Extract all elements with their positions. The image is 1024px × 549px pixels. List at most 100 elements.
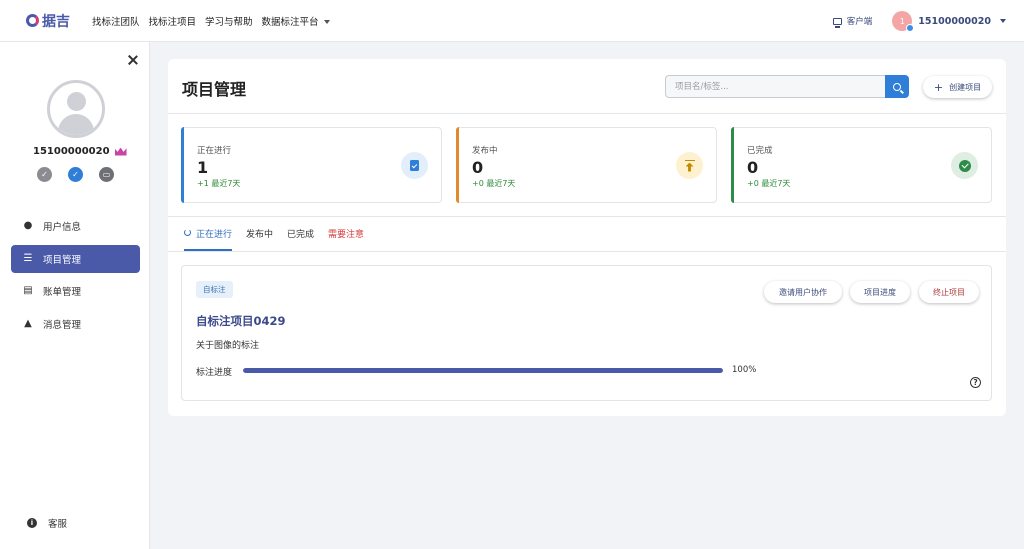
top-nav: 据吉 找标注团队 找标注项目 学习与帮助 数据标注平台 客户端 1 151000… [0, 0, 1024, 42]
divider [168, 216, 1006, 217]
stat-delta: +1 最近7天 [197, 179, 241, 188]
info-icon: i [27, 518, 37, 528]
tab-label: 需要注意 [328, 230, 365, 240]
page-title: 项目管理 [182, 80, 247, 99]
nav-link-platform-label: 数据标注平台 [261, 16, 319, 28]
sidebar-item-message-management[interactable]: ▲ 消息管理 [11, 310, 140, 338]
stat-card-completed[interactable]: 已完成 0 +0 最近7天 [731, 127, 992, 203]
plus-icon: + [933, 80, 944, 94]
progress-percent: 100% [732, 365, 757, 375]
create-project-button[interactable]: + 创建项目 [923, 76, 992, 98]
avatar-body-shape [58, 114, 94, 135]
list-icon: ☰ [23, 252, 33, 264]
status-dot [906, 24, 915, 32]
nav-right: 客户端 1 15100000020 [832, 0, 1006, 42]
stat-card-publishing[interactable]: 发布中 0 +0 最近7天 [456, 127, 717, 203]
card-badge-icon[interactable]: ▭ [99, 167, 114, 182]
user-menu[interactable]: 15100000020 [918, 16, 1006, 27]
nav-link-find-team[interactable]: 找标注团队 [92, 14, 140, 28]
profile-name: 15100000020 [33, 146, 127, 157]
client-link-label: 客户端 [846, 17, 873, 27]
nav-links: 找标注团队 找标注项目 学习与帮助 数据标注平台 [92, 14, 339, 28]
project-description: 关于图像的标注 [196, 341, 260, 351]
stat-delta: +0 最近7天 [472, 179, 516, 188]
client-link[interactable]: 客户端 [832, 15, 873, 28]
check-circle-icon [951, 152, 978, 179]
logo-text: 据吉 [42, 13, 70, 30]
sidebar-item-label: 项目管理 [43, 254, 82, 266]
progress-label: 标注进度 [196, 368, 233, 378]
close-icon[interactable] [127, 54, 139, 66]
project-name[interactable]: 自标注项目0429 [196, 313, 286, 329]
chevron-down-icon [323, 20, 330, 24]
bell-icon: ▲ [24, 317, 32, 329]
sidebar-item-label: 消息管理 [43, 319, 82, 331]
project-tag: 自标注 [196, 281, 233, 298]
crown-icon [114, 147, 127, 156]
progress-fill [243, 368, 723, 373]
user-icon: ● [23, 220, 33, 231]
stat-label: 发布中 [472, 146, 498, 156]
sidebar-item-label: 账单管理 [43, 287, 82, 298]
search-input[interactable] [665, 75, 885, 98]
sidebar-item-bill-management[interactable]: ▤ 账单管理 [11, 277, 140, 305]
nav-link-learn-help[interactable]: 学习与帮助 [205, 14, 253, 28]
sidebar: 15100000020 ✓ ✓ ▭ ● 用户信息 ☰ 项目管理 ▤ 账单管理 ▲… [0, 42, 150, 549]
monitor-icon [832, 17, 842, 28]
terminate-project-button[interactable]: 终止项目 [919, 281, 979, 303]
customer-service-label: 客服 [48, 519, 68, 530]
avatar-head-shape [67, 92, 86, 111]
stat-card-in-progress[interactable]: 正在进行 1 +1 最近7天 [181, 127, 442, 203]
user-avatar[interactable]: 1 [892, 11, 915, 32]
search-icon [893, 82, 901, 91]
project-progress-button[interactable]: 项目进度 [850, 281, 910, 303]
stat-accent-bar [456, 127, 459, 203]
divider [168, 113, 1006, 114]
refresh-icon [184, 229, 191, 236]
stat-delta: +0 最近7天 [747, 179, 791, 188]
tab-publishing[interactable]: 发布中 [246, 227, 273, 251]
project-tabs: 正在进行 发布中 已完成 需要注意 [184, 227, 378, 251]
tab-label: 发布中 [246, 230, 274, 240]
main-panel: 项目管理 + 创建项目 正在进行 1 +1 最近7天 发布中 0 +0 最近7天… [168, 59, 1006, 416]
bill-icon: ▤ [23, 285, 33, 296]
sidebar-item-user-info[interactable]: ● 用户信息 [11, 212, 140, 240]
document-check-icon [401, 152, 428, 179]
divider [168, 251, 1006, 252]
nav-link-platform-dropdown[interactable]: 数据标注平台 [262, 14, 330, 28]
sidebar-item-project-management[interactable]: ☰ 项目管理 [11, 244, 140, 273]
sidebar-menu: ● 用户信息 ☰ 项目管理 ▤ 账单管理 ▲ 消息管理 [11, 212, 140, 342]
help-icon[interactable]: ? [970, 377, 981, 388]
project-card: 自标注 邀请用户协作 项目进度 终止项目 自标注项目0429 关于图像的标注 标… [181, 265, 992, 401]
progress-bar [243, 368, 723, 373]
logo-icon [26, 14, 39, 27]
customer-service-link[interactable]: i 客服 [27, 516, 67, 530]
stat-value: 0 [747, 158, 759, 177]
stat-value: 1 [197, 158, 209, 177]
chevron-down-icon [1000, 19, 1006, 23]
stat-label: 已完成 [747, 146, 773, 156]
profile-username: 15100000020 [33, 146, 110, 157]
invite-collaborator-button[interactable]: 邀请用户协作 [764, 281, 842, 303]
nav-link-find-project[interactable]: 找标注项目 [149, 14, 197, 28]
stat-label: 正在进行 [197, 146, 232, 156]
stat-value: 0 [472, 158, 484, 177]
avatar-initial: 1 [899, 16, 905, 26]
tab-completed[interactable]: 已完成 [287, 227, 314, 251]
tab-needs-attention[interactable]: 需要注意 [328, 227, 364, 251]
stat-accent-bar [181, 127, 184, 203]
verification-badges: ✓ ✓ ▭ [37, 167, 130, 182]
create-project-label: 创建项目 [949, 82, 982, 92]
stat-accent-bar [731, 127, 734, 203]
username: 15100000020 [918, 15, 991, 27]
sidebar-item-label: 用户信息 [43, 222, 82, 233]
search-button[interactable] [885, 75, 909, 98]
upload-icon [676, 152, 703, 179]
check-badge-icon[interactable]: ✓ [37, 167, 52, 182]
verified-badge-icon[interactable]: ✓ [68, 167, 83, 182]
tab-label: 正在进行 [196, 230, 233, 240]
logo[interactable]: 据吉 [26, 11, 88, 31]
tab-in-progress[interactable]: 正在进行 [184, 227, 233, 251]
profile-avatar [47, 80, 105, 138]
tab-label: 已完成 [287, 230, 315, 240]
